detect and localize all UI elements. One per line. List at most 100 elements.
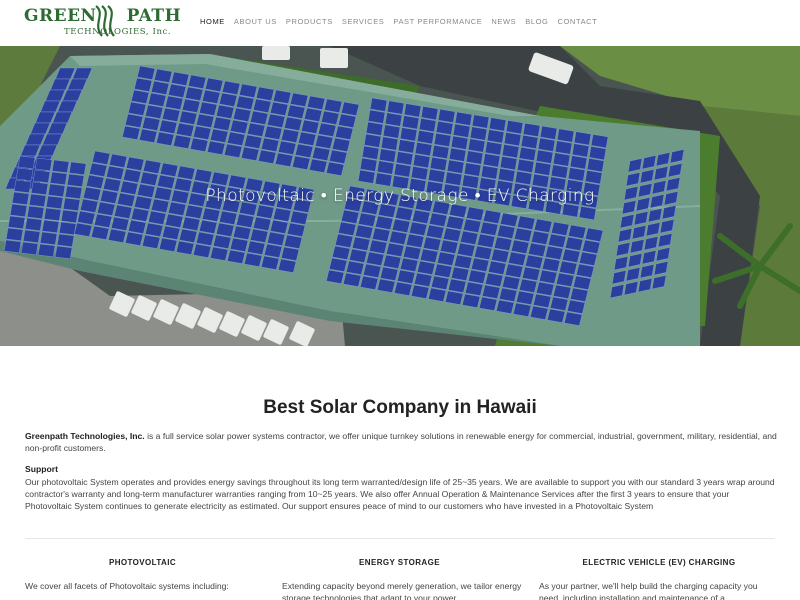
solar-panel: [502, 275, 521, 290]
solar-panel: [278, 258, 297, 273]
solar-panel: [335, 125, 354, 140]
nav-link-past-performance[interactable]: PAST PERFORMANCE: [393, 17, 482, 26]
company-logo[interactable]: GREEN PATH TECHNOLOGIES, Inc.: [24, 4, 181, 42]
solar-panel: [378, 203, 397, 218]
solar-panel: [433, 132, 452, 147]
solar-panel: [219, 92, 238, 107]
solar-panel: [585, 227, 604, 242]
solar-panel: [122, 125, 141, 140]
nav-link-about-us[interactable]: ABOUT US: [234, 17, 277, 26]
solar-panel: [261, 137, 280, 152]
solar-panel: [264, 125, 283, 140]
site-header: GREEN PATH TECHNOLOGIES, Inc. HOME ABOUT U…: [0, 0, 800, 46]
nav-link-blog[interactable]: BLOG: [525, 17, 548, 26]
solar-panel: [92, 150, 111, 165]
solar-panel: [210, 246, 229, 261]
solar-panel: [307, 95, 326, 110]
solar-panel: [137, 65, 156, 80]
solar-panel: [278, 140, 297, 155]
solar-panel: [376, 160, 395, 175]
solar-panel: [397, 269, 416, 284]
solar-panel: [494, 236, 513, 251]
solar-panel: [363, 133, 382, 148]
solar-panel: [369, 97, 388, 112]
hero-tagline: Photovoltaic • Energy Storage • EV Charg…: [205, 186, 595, 206]
solar-panel: [511, 239, 530, 254]
solar-panel: [517, 215, 536, 230]
solar-panel: [34, 157, 53, 171]
solar-panel: [480, 221, 499, 236]
solar-panel: [431, 144, 450, 159]
solar-panel: [401, 115, 420, 130]
solar-panel: [230, 237, 249, 252]
solar-panel: [519, 278, 538, 293]
solar-panel: [395, 206, 414, 221]
nav-link-news[interactable]: NEWS: [491, 17, 516, 26]
solar-panel: [224, 143, 243, 158]
solar-panel: [508, 251, 527, 266]
solar-panel: [151, 80, 170, 95]
solar-panel: [410, 166, 429, 181]
solar-panel: [106, 165, 125, 180]
solar-panel: [516, 290, 535, 305]
solar-panel: [114, 204, 133, 219]
solar-panel: [185, 204, 204, 219]
solar-panel: [194, 168, 213, 183]
solar-panel: [530, 305, 549, 320]
section-divider: [25, 538, 775, 539]
solar-panel: [369, 239, 388, 254]
solar-panel: [479, 296, 498, 311]
solar-panel: [89, 162, 108, 177]
solar-panel: [416, 130, 435, 145]
solar-panel: [37, 243, 56, 257]
solar-panel: [196, 113, 215, 128]
solar-panel: [358, 212, 377, 227]
solar-panel: [559, 260, 578, 275]
solar-panel: [431, 275, 450, 290]
solar-panel: [143, 159, 162, 174]
solar-panel: [491, 248, 510, 263]
solar-panel: [420, 106, 439, 121]
solar-panel: [536, 281, 555, 296]
solar-panel: [216, 104, 235, 119]
solar-panel: [264, 243, 283, 258]
solar-panel: [49, 171, 68, 185]
column-text-energy-storage: Extending capacity beyond merely generat…: [282, 581, 522, 600]
solar-panel: [123, 168, 142, 183]
solar-panel: [554, 140, 573, 155]
nav-link-home[interactable]: HOME: [200, 17, 225, 26]
solar-panel: [499, 156, 518, 171]
solar-panel: [562, 248, 581, 263]
solar-panel: [290, 92, 309, 107]
solar-panel: [244, 134, 263, 149]
solar-panel: [41, 219, 60, 233]
solar-panel: [26, 205, 45, 219]
solar-panel: [386, 100, 405, 115]
solar-panel: [395, 151, 414, 166]
solar-panel: [367, 109, 386, 124]
solar-panel: [520, 134, 539, 149]
solar-panel: [448, 278, 467, 293]
solar-panel: [465, 150, 484, 165]
solar-panel: [468, 269, 487, 284]
nav-link-services[interactable]: SERVICES: [342, 17, 385, 26]
solar-panel: [573, 131, 592, 146]
nav-link-products[interactable]: PRODUCTS: [286, 17, 333, 26]
solar-panel: [389, 230, 408, 245]
nav-link-contact[interactable]: CONTACT: [557, 17, 597, 26]
solar-panel: [332, 245, 351, 260]
solar-panel: [454, 254, 473, 269]
solar-panel: [295, 143, 314, 158]
solar-panel: [428, 287, 447, 302]
solar-panel: [516, 158, 535, 173]
solar-panel: [213, 116, 232, 131]
solar-panel: [514, 227, 533, 242]
solar-panel: [427, 168, 446, 183]
solar-panel: [193, 125, 212, 140]
solar-panel: [193, 243, 212, 258]
solar-panel: [165, 95, 184, 110]
solar-panel: [384, 112, 403, 127]
solar-panel: [522, 122, 541, 137]
solar-panel: [382, 124, 401, 139]
solar-panel: [414, 272, 433, 287]
